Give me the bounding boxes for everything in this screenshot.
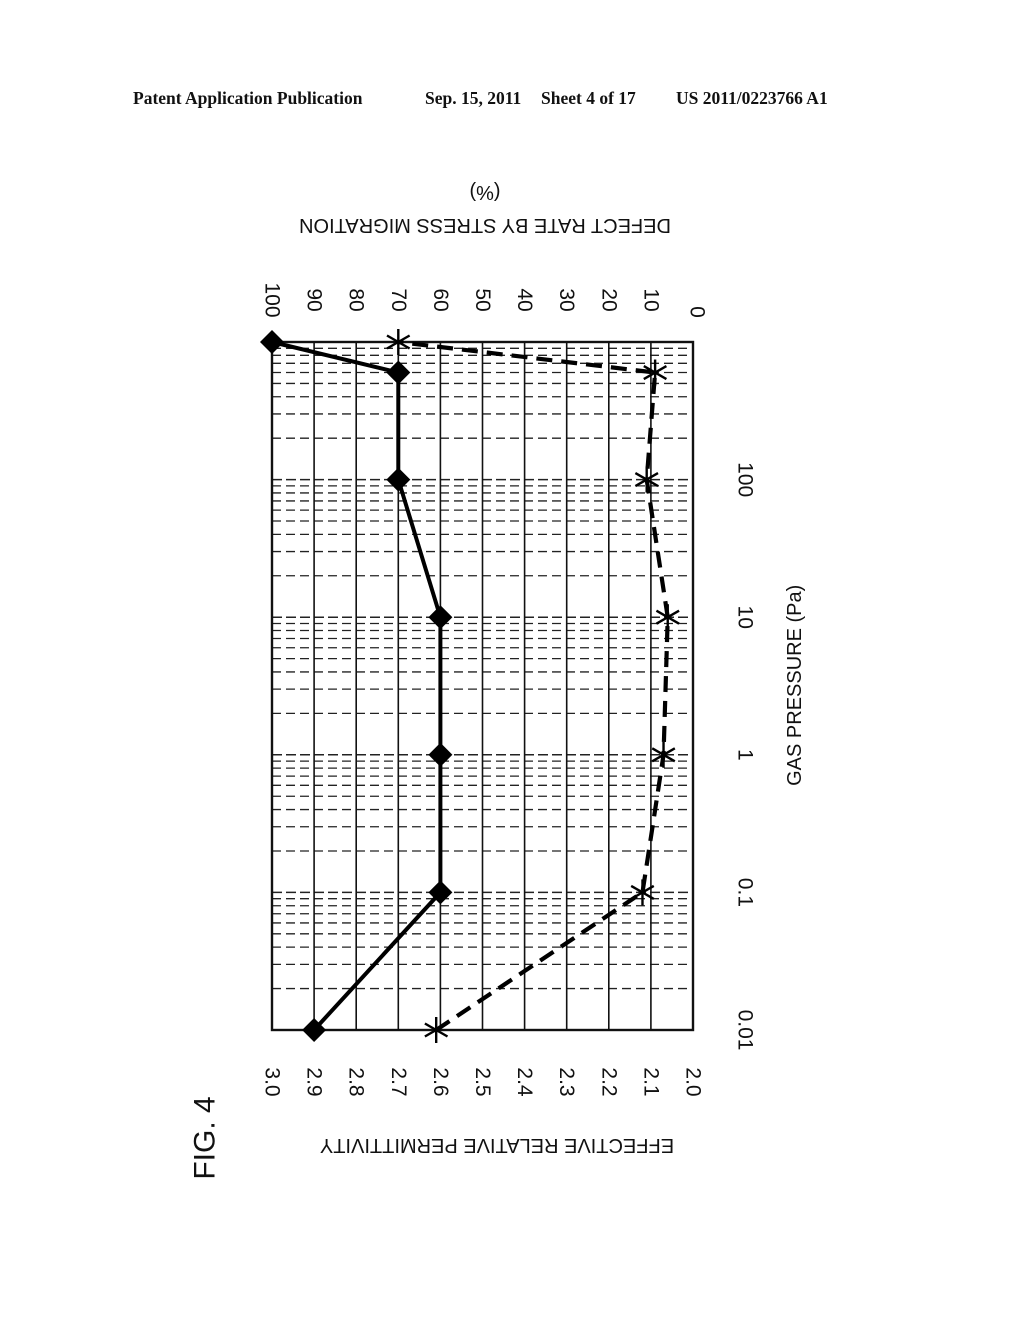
left-axis-tick-label: 2.8 [345,1067,368,1096]
diamond-marker [428,605,453,630]
left-axis-title: EFFECTIVE RELATIVE PERMITTIVITY [320,1134,674,1156]
major-gridlines [272,342,693,1030]
right-axis-tick-label: 0 [686,306,709,318]
right-axis-tick-label: 10 [639,288,662,311]
left-axis-tick-label: 2.1 [639,1067,662,1096]
x-axis-tick-label: 0.01 [734,1010,757,1051]
right-axis-tick-label: 60 [429,288,452,311]
x-axis-title: GAS PRESSURE (Pa) [784,585,806,786]
right-axis-tick-label: 50 [471,288,494,311]
left-axis-tick-label: 3.0 [261,1067,284,1096]
series-group [260,329,680,1043]
x-axis-tick-label: 100 [734,462,757,497]
diamond-marker [386,467,411,492]
left-axis-tick-label: 2.6 [429,1067,452,1096]
left-axis-tick-label: 2.9 [303,1067,326,1096]
right-axis-tick-label: 20 [597,288,620,311]
x-axis-tick-label: 1 [734,749,757,761]
right-axis-tick-label: 90 [303,288,326,311]
diamond-marker [428,742,453,767]
diamond-marker [260,330,284,354]
figure-chart: 3.0 2.9 2.8 2.7 2.6 2.5 2.4 2.3 2.2 2.1 2.0100 90 80… [189,181,807,1180]
diamond-marker [386,360,411,385]
left-axis-tick-label: 2.0 [682,1067,705,1096]
left-axis-tick-label: 2.7 [387,1067,410,1096]
x-axis-tick-label: 0.1 [734,878,757,907]
x-axis-tick-label: 10 [734,606,757,629]
right-axis-unit: (%) [469,181,500,203]
right-axis-tick-label: 80 [345,288,368,311]
figure-label: FIG. 4 [189,1096,222,1179]
right-axis-title: DEFECT RATE BY STRESS MIGRATION [299,214,671,236]
left-axis-tick-label: 2.2 [597,1067,620,1096]
left-axis-tick-label: 2.5 [471,1067,494,1096]
left-axis-tick-label: 2.3 [555,1067,578,1096]
right-axis-tick-label: 100 [261,282,284,317]
left-axis-tick-label: 2.4 [513,1067,536,1097]
right-axis-tick-label: 70 [387,288,410,311]
right-axis-tick-label: 40 [513,288,536,311]
right-axis-tick-label: 30 [555,288,578,311]
